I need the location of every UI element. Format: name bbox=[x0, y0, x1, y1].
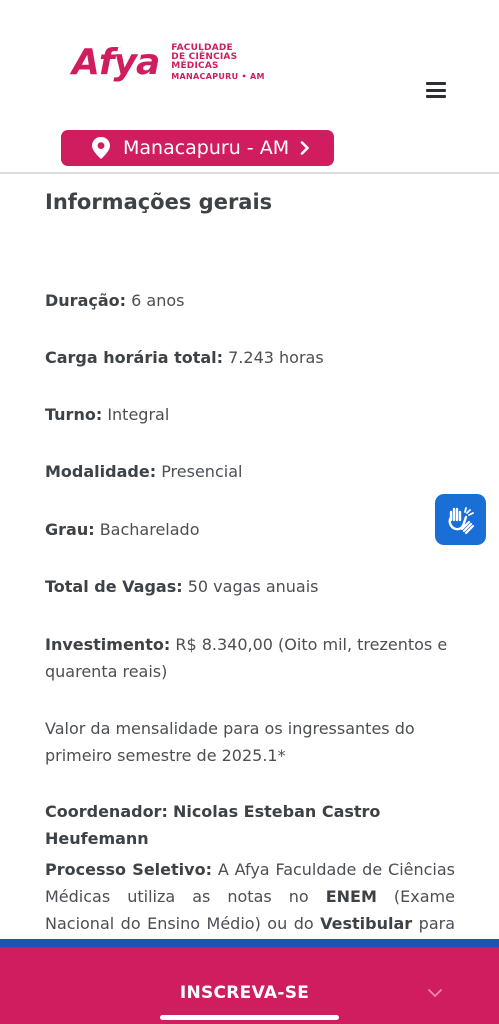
modality-value: Presencial bbox=[161, 462, 243, 481]
chevron-down-icon[interactable] bbox=[427, 988, 443, 998]
shift-value: Integral bbox=[107, 405, 170, 424]
location-selector-button[interactable]: Manacapuru - AM bbox=[61, 130, 334, 166]
logo-subtitle: FACULDADE DE CIÊNCIAS MÉDICAS MANACAPURU… bbox=[171, 44, 264, 81]
info-duration: Duração: 6 anos bbox=[45, 287, 455, 314]
logo-location: MANACAPURU • AM bbox=[171, 72, 265, 81]
seats-value: 50 vagas anuais bbox=[187, 577, 319, 596]
selection-enem: ENEM bbox=[325, 887, 377, 906]
afya-logo[interactable]: Afya FACULDADE DE CIÊNCIAS MÉDICAS MANAC… bbox=[72, 44, 265, 81]
hamburger-menu-icon[interactable] bbox=[424, 80, 448, 100]
bottom-signup-bar: INSCREVA-SE bbox=[0, 939, 499, 1024]
site-header: Afya FACULDADE DE CIÊNCIAS MÉDICAS MANAC… bbox=[0, 0, 499, 174]
bottom-stripe bbox=[0, 939, 499, 947]
logo-line-3: MÉDICAS bbox=[171, 61, 219, 71]
signup-button[interactable]: INSCREVA-SE bbox=[0, 983, 489, 1003]
info-workload: Carga horária total: 7.243 horas bbox=[45, 344, 455, 371]
selection-vestibular: Vestibular bbox=[320, 914, 413, 933]
section-title: Informações gerais bbox=[45, 190, 273, 214]
investment-label: Investimento: bbox=[45, 635, 171, 654]
selection-label: Processo Seletivo: bbox=[45, 860, 212, 879]
modality-label: Modalidade: bbox=[45, 462, 157, 481]
info-shift: Turno: Integral bbox=[45, 401, 455, 428]
location-label: Manacapuru - AM bbox=[123, 137, 290, 159]
info-degree: Grau: Bacharelado bbox=[45, 516, 455, 543]
info-investment: Investimento: R$ 8.340,00 (Oito mil, tre… bbox=[45, 631, 455, 685]
info-selection-process: Processo Seletivo: A Afya Faculdade de C… bbox=[45, 856, 455, 936]
info-modality: Modalidade: Presencial bbox=[45, 458, 455, 485]
shift-label: Turno: bbox=[45, 405, 103, 424]
sign-language-accessibility-button[interactable] bbox=[435, 494, 486, 545]
degree-label: Grau: bbox=[45, 520, 95, 539]
duration-value: 6 anos bbox=[131, 291, 185, 310]
coordinator-label: Coordenador: bbox=[45, 802, 168, 821]
signup-bar[interactable]: INSCREVA-SE bbox=[0, 947, 499, 1024]
chevron-right-icon bbox=[300, 141, 309, 155]
duration-label: Duração: bbox=[45, 291, 127, 310]
workload-label: Carga horária total: bbox=[45, 348, 224, 367]
degree-value: Bacharelado bbox=[99, 520, 200, 539]
info-seats: Total de Vagas: 50 vagas anuais bbox=[45, 573, 455, 600]
monthly-fee-note: Valor da mensalidade para os ingressante… bbox=[45, 719, 415, 765]
info-coordinator: Coordenador: Nicolas Esteban Castro Heuf… bbox=[45, 798, 455, 852]
seats-label: Total de Vagas: bbox=[45, 577, 183, 596]
home-indicator bbox=[160, 1015, 339, 1020]
logo-wordmark: Afya bbox=[72, 41, 160, 83]
map-pin-icon bbox=[92, 137, 110, 159]
workload-value: 7.243 horas bbox=[228, 348, 324, 367]
sign-language-hands-icon bbox=[448, 506, 474, 534]
